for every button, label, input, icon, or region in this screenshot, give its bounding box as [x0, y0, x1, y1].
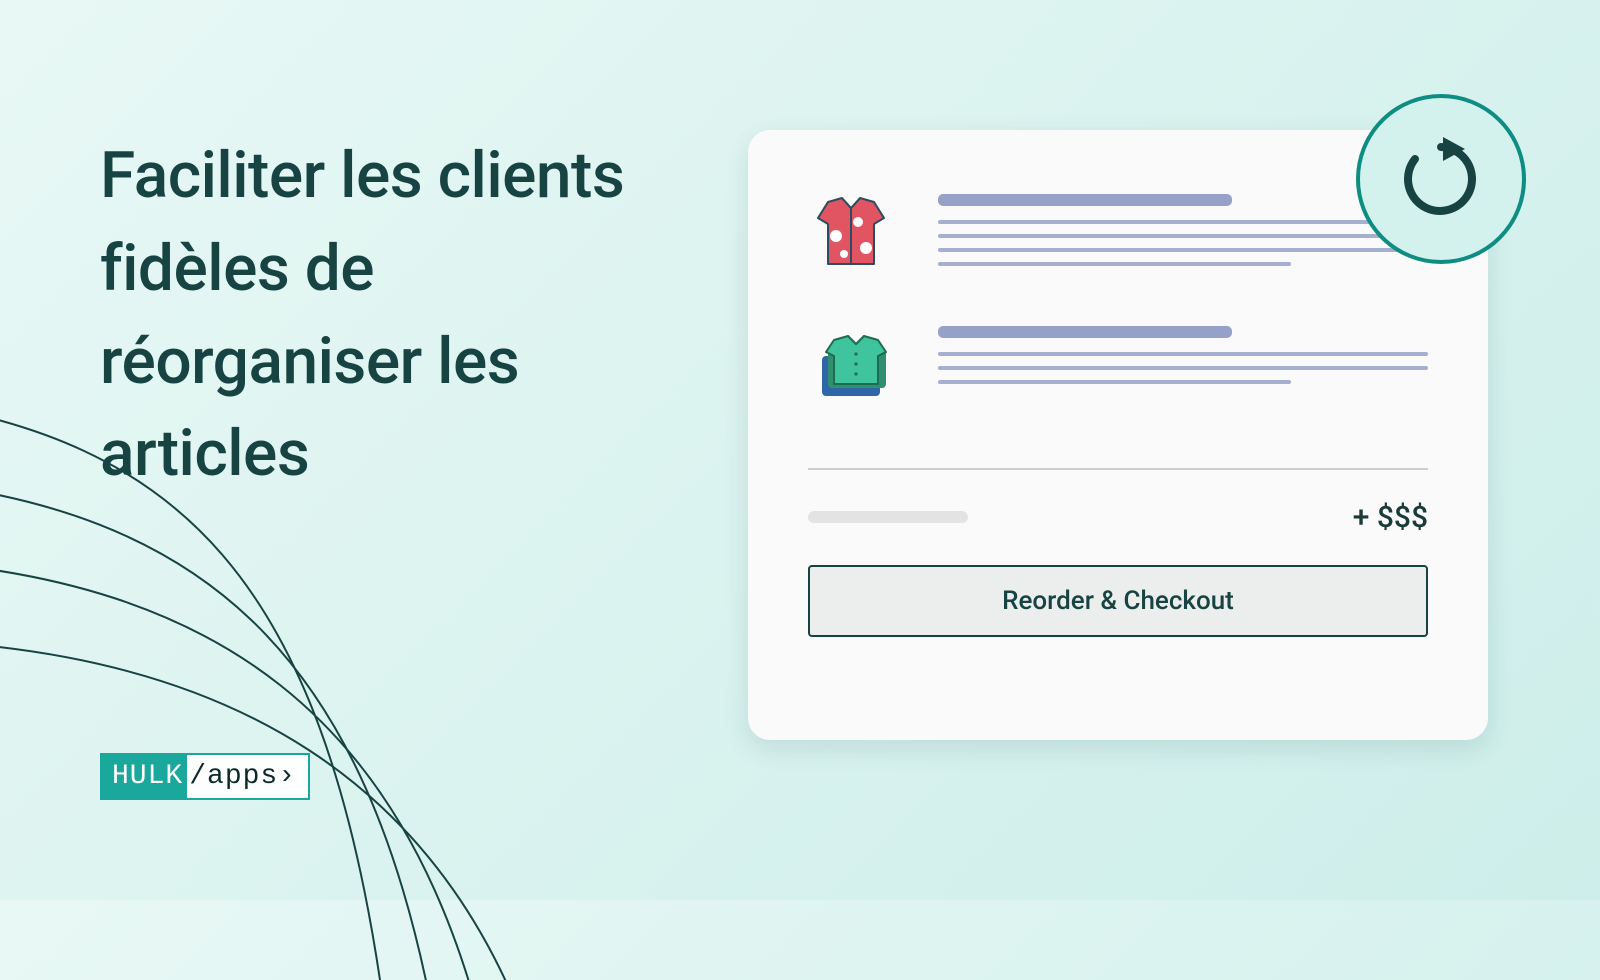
folded-shirts-icon — [808, 320, 894, 406]
total-label-placeholder — [808, 511, 968, 523]
order-line-item — [808, 188, 1428, 276]
totals-row: + $$$ — [808, 500, 1428, 535]
hulkapps-logo: HULK /apps› — [100, 753, 310, 800]
item-text-skeleton — [938, 188, 1428, 276]
logo-text: /apps› — [187, 755, 308, 798]
reload-badge — [1356, 94, 1526, 264]
divider — [808, 468, 1428, 470]
item-text-skeleton — [938, 320, 1428, 394]
total-amount: + $$$ — [1353, 500, 1428, 535]
reload-icon — [1393, 131, 1489, 227]
hawaiian-shirt-icon — [808, 188, 894, 274]
order-line-item — [808, 320, 1428, 406]
reorder-checkout-button[interactable]: Reorder & Checkout — [808, 565, 1428, 637]
page-headline: Faciliter les clients fidèles de réorgan… — [100, 130, 660, 501]
logo-mark: HULK — [102, 755, 187, 798]
